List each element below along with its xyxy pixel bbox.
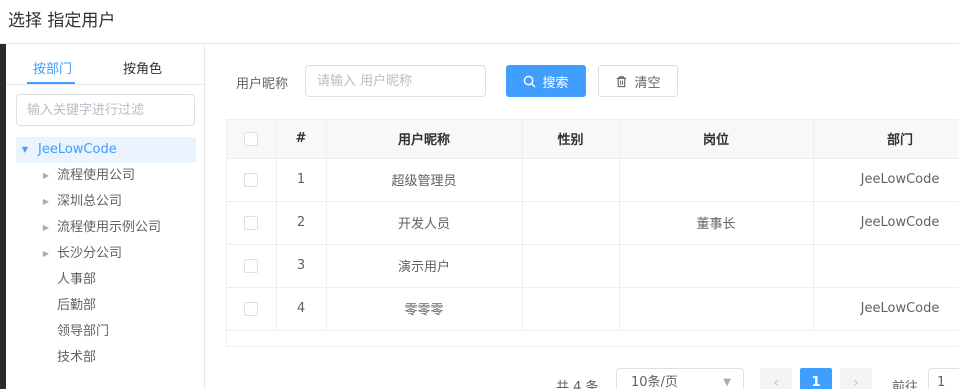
tree-node-label: 技术部 xyxy=(57,350,97,365)
cell-gender xyxy=(522,201,620,245)
row-select-cell xyxy=(227,201,277,245)
column-header: # xyxy=(276,120,327,159)
nickname-search-input[interactable] xyxy=(305,65,486,97)
pagination-total: 共 4 条 xyxy=(556,380,599,389)
clear-button-label: 清空 xyxy=(634,75,661,91)
row-checkbox[interactable] xyxy=(244,258,259,273)
select-user-dialog: 选择 指定用户 按部门 按角色 ▼ JeeLowCode ▶ 流程使用公司 ▶ … xyxy=(0,0,959,389)
cell-gender xyxy=(522,158,620,202)
select-all-checkbox[interactable] xyxy=(244,131,259,146)
user-table: # 用户昵称 性别 岗位 部门 1 超级管理员 JeeLowCode 2 开发人… xyxy=(226,119,959,347)
caret-right-icon[interactable]: ▶ xyxy=(41,189,51,215)
nickname-search-label: 用户昵称 xyxy=(236,77,289,92)
tree-node[interactable]: 后勤部 xyxy=(16,293,196,319)
table-row[interactable]: 1 超级管理员 JeeLowCode xyxy=(227,158,959,202)
cell-gender xyxy=(522,244,620,288)
tab-by-role[interactable]: 按角色 xyxy=(123,58,162,77)
caret-right-icon[interactable]: ▶ xyxy=(41,241,51,267)
cell-post: 董事长 xyxy=(619,201,814,245)
chevron-left-icon: ‹ xyxy=(773,375,779,389)
trash-icon xyxy=(617,75,627,87)
column-header: 用户昵称 xyxy=(326,120,523,159)
department-panel: 按部门 按角色 ▼ JeeLowCode ▶ 流程使用公司 ▶ 深圳总公司 ▶ … xyxy=(6,45,205,389)
department-tree: ▼ JeeLowCode ▶ 流程使用公司 ▶ 深圳总公司 ▶ 流程使用示例公司… xyxy=(16,137,196,371)
cell-dept: JeeLowCode xyxy=(813,201,959,245)
cell-post xyxy=(619,287,814,331)
search-button-label: 搜索 xyxy=(542,75,569,91)
tree-node-label: 长沙分公司 xyxy=(57,246,123,261)
active-tab-indicator xyxy=(27,82,75,84)
tree-node-label: 后勤部 xyxy=(57,298,97,313)
tree-node[interactable]: ▶ 流程使用公司 xyxy=(16,163,196,189)
next-page-button[interactable]: › xyxy=(840,368,872,389)
row-select-cell xyxy=(227,287,277,331)
column-header: 岗位 xyxy=(619,120,814,159)
tree-node[interactable]: 人事部 xyxy=(16,267,196,293)
table-header-row: # 用户昵称 性别 岗位 部门 xyxy=(227,120,959,159)
cell-post xyxy=(619,244,814,288)
goto-page-input[interactable]: 1 xyxy=(928,368,959,389)
select-all-cell xyxy=(227,120,277,159)
tree-node-label: 深圳总公司 xyxy=(57,194,123,209)
cell-dept: JeeLowCode xyxy=(813,287,959,331)
column-header: 部门 xyxy=(813,120,959,159)
row-select-cell xyxy=(227,158,277,202)
tree-node-root[interactable]: ▼ JeeLowCode xyxy=(16,137,196,163)
tree-node[interactable]: ▶ 流程使用示例公司 xyxy=(16,215,196,241)
tree-node-label: 流程使用公司 xyxy=(57,168,136,183)
prev-page-button[interactable]: ‹ xyxy=(760,368,792,389)
chevron-right-icon: › xyxy=(853,375,859,389)
row-checkbox[interactable] xyxy=(244,301,259,316)
tree-node-label: 领导部门 xyxy=(57,324,110,339)
caret-right-icon[interactable]: ▶ xyxy=(41,163,51,189)
tree-node-label: 流程使用示例公司 xyxy=(57,220,162,235)
dialog-header: 选择 指定用户 xyxy=(0,0,959,44)
tree-node-label: 人事部 xyxy=(57,272,97,287)
cell-nickname: 开发人员 xyxy=(326,201,523,245)
caret-down-icon[interactable]: ▼ xyxy=(20,137,30,163)
dialog-title: 选择 指定用户 xyxy=(8,11,116,31)
cell-nickname: 零零零 xyxy=(326,287,523,331)
user-list-panel: 用户昵称 搜索 清空 # 用户昵称 性别 岗位 xyxy=(206,45,959,389)
table-row[interactable]: 4 零零零 JeeLowCode xyxy=(227,287,959,331)
tab-by-department[interactable]: 按部门 xyxy=(33,58,72,77)
tree-node[interactable]: 技术部 xyxy=(16,345,196,371)
search-icon xyxy=(524,75,536,87)
cell-dept: JeeLowCode xyxy=(813,158,959,202)
caret-right-icon[interactable]: ▶ xyxy=(41,215,51,241)
search-button[interactable]: 搜索 xyxy=(506,65,586,97)
cell-index: 1 xyxy=(276,158,327,202)
page-number-current[interactable]: 1 xyxy=(800,368,832,389)
table-row[interactable]: 2 开发人员 董事长 JeeLowCode xyxy=(227,201,959,245)
tree-node[interactable]: ▶ 深圳总公司 xyxy=(16,189,196,215)
row-checkbox[interactable] xyxy=(244,215,259,230)
cell-post xyxy=(619,158,814,202)
tree-node[interactable]: 领导部门 xyxy=(16,319,196,345)
tree-filter-input[interactable] xyxy=(16,94,195,126)
goto-label: 前往 xyxy=(892,380,919,389)
column-header: 性别 xyxy=(522,120,620,159)
row-checkbox[interactable] xyxy=(244,172,259,187)
cell-gender xyxy=(522,287,620,331)
tree-node-label: JeeLowCode xyxy=(38,142,117,157)
cell-nickname: 超级管理员 xyxy=(326,158,523,202)
page-size-select[interactable]: 10条/页 ▼ xyxy=(616,368,744,389)
pagination: 共 4 条 10条/页 ▼ ‹ 1 › 前往 1 xyxy=(206,367,959,389)
table-row[interactable]: 3 演示用户 xyxy=(227,244,959,288)
cell-index: 4 xyxy=(276,287,327,331)
clear-button[interactable]: 清空 xyxy=(598,65,678,97)
page-size-value: 10条/页 xyxy=(631,375,678,389)
row-select-cell xyxy=(227,244,277,288)
tab-bar: 按部门 按角色 xyxy=(6,45,204,85)
cell-index: 2 xyxy=(276,201,327,245)
cell-dept xyxy=(813,244,959,288)
tree-node[interactable]: ▶ 长沙分公司 xyxy=(16,241,196,267)
cell-nickname: 演示用户 xyxy=(326,244,523,288)
chevron-down-icon: ▼ xyxy=(723,377,731,388)
cell-index: 3 xyxy=(276,244,327,288)
